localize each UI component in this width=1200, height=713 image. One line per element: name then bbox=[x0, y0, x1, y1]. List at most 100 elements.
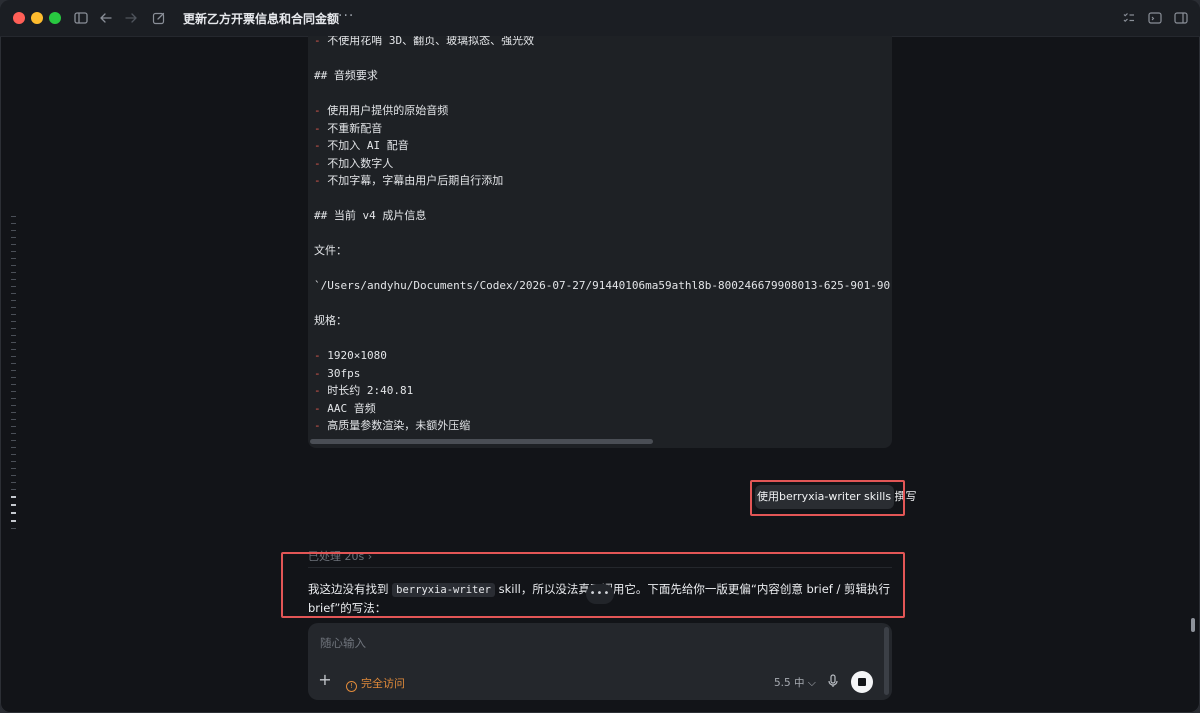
minimap-tick bbox=[11, 286, 16, 287]
more-options-button[interactable]: ··· bbox=[338, 8, 354, 24]
app-window: 更新乙方开票信息和合同金额 ··· - 不使用花哨 3D、翻页、玻璃拟态、强光效… bbox=[0, 0, 1200, 713]
stop-generation-button[interactable] bbox=[851, 671, 873, 693]
list-bullet: - bbox=[314, 349, 321, 362]
code-line-text: 不加字幕，字幕由用户后期自行添加 bbox=[320, 174, 504, 187]
code-line-text: AAC 音频 bbox=[320, 401, 376, 415]
code-line-text: 不重新配音 bbox=[320, 121, 383, 135]
microphone-icon[interactable] bbox=[826, 673, 840, 689]
minimap-tick bbox=[11, 335, 16, 336]
highlight-box-assistant-reply bbox=[281, 552, 905, 618]
minimap-tick bbox=[11, 363, 16, 364]
forward-arrow-icon[interactable] bbox=[122, 9, 140, 27]
code-line: - 1920×1080 bbox=[314, 348, 387, 364]
list-bullet: - bbox=[314, 366, 321, 380]
code-line-text: 规格： bbox=[314, 314, 347, 327]
code-line-text: 高质量参数渲染，未额外压缩 bbox=[320, 419, 471, 432]
minimap-tick bbox=[11, 468, 16, 469]
add-attachment-button[interactable]: + bbox=[318, 672, 332, 688]
minimap-tick bbox=[11, 370, 16, 371]
code-line: 规格： bbox=[314, 313, 347, 329]
code-block: - 不使用花哨 3D、翻页、玻璃拟态、强光效 ## 音频要求 - 使用用户提供的原始… bbox=[308, 36, 892, 448]
conversation-minimap[interactable] bbox=[11, 216, 17, 536]
minimap-tick bbox=[11, 433, 16, 434]
code-line: - 高质量参数渲染，未额外压缩 bbox=[314, 418, 470, 434]
checklist-icon[interactable] bbox=[1120, 9, 1138, 27]
minimap-tick bbox=[11, 412, 16, 413]
minimap-tick bbox=[11, 216, 16, 217]
composer-scrollbar[interactable] bbox=[884, 627, 889, 695]
minimap-tick bbox=[11, 356, 16, 357]
minimap-tick bbox=[11, 293, 16, 294]
code-line: - 不加入数字人 bbox=[314, 156, 393, 172]
access-mode-button[interactable]: ! 完全访问 bbox=[346, 675, 405, 692]
code-line-text: ## 音频要求 bbox=[314, 69, 378, 82]
model-selector[interactable]: 5.5 中 ⌵ bbox=[774, 675, 816, 690]
code-line-text: 1920×1080 bbox=[320, 349, 387, 362]
back-arrow-icon[interactable] bbox=[97, 9, 115, 27]
minimap-tick bbox=[11, 244, 16, 245]
minimap-tick bbox=[11, 405, 16, 406]
minimap-tick bbox=[11, 512, 16, 514]
minimap-tick bbox=[11, 475, 16, 476]
side-panel-icon[interactable] bbox=[1172, 9, 1190, 27]
sidebar-toggle-icon[interactable] bbox=[72, 9, 90, 27]
list-bullet: - bbox=[314, 121, 321, 135]
minimap-tick bbox=[11, 377, 16, 378]
code-line-text: 不使用花哨 3D、翻页、玻璃拟态、强光效 bbox=[320, 36, 535, 47]
code-line-text: 时长约 2:40.81 bbox=[320, 384, 414, 397]
code-line: `/Users/andyhu/Documents/Codex/2026-07-2… bbox=[314, 278, 890, 294]
minimap-tick bbox=[11, 272, 16, 273]
minimap-tick bbox=[11, 265, 16, 266]
code-line-text: 不加入数字人 bbox=[320, 156, 394, 170]
code-line-text: 文件： bbox=[314, 244, 347, 257]
code-line: - 30fps bbox=[314, 366, 360, 382]
minimap-tick bbox=[11, 482, 16, 483]
list-bullet: - bbox=[314, 36, 321, 47]
minimap-tick bbox=[11, 391, 16, 392]
list-bullet: - bbox=[314, 384, 321, 397]
code-line: - 不加字幕，字幕由用户后期自行添加 bbox=[314, 173, 503, 189]
message-input[interactable] bbox=[318, 633, 822, 653]
minimap-tick bbox=[11, 426, 16, 427]
minimap-tick bbox=[11, 237, 16, 238]
minimap-tick bbox=[11, 251, 16, 252]
new-chat-edit-icon[interactable] bbox=[150, 9, 168, 27]
minimap-tick bbox=[11, 258, 16, 259]
minimap-tick bbox=[11, 342, 16, 343]
minimap-tick bbox=[11, 384, 16, 385]
minimize-window-button[interactable] bbox=[31, 12, 43, 24]
code-line: - AAC 音频 bbox=[314, 401, 376, 417]
code-line-text: 30fps bbox=[320, 366, 361, 380]
minimap-tick bbox=[11, 279, 16, 280]
code-line-text: `/Users/andyhu/Documents/Codex/2026-07-2… bbox=[314, 279, 891, 292]
code-line: - 使用用户提供的原始音频 bbox=[314, 103, 448, 119]
conversation-title: 更新乙方开票信息和合同金额 bbox=[183, 12, 340, 26]
minimap-tick bbox=[11, 461, 16, 462]
code-line-text: 不加入 AI 配音 bbox=[320, 139, 409, 152]
code-line: - 不加入 AI 配音 bbox=[314, 138, 409, 154]
scrollbar-thumb[interactable] bbox=[1191, 618, 1195, 632]
minimap-tick bbox=[11, 223, 16, 224]
minimap-tick bbox=[11, 440, 16, 441]
list-bullet: - bbox=[314, 401, 321, 415]
code-line: ## 当前 v4 成片信息 bbox=[314, 208, 426, 224]
close-window-button[interactable] bbox=[13, 12, 25, 24]
warning-icon: ! bbox=[346, 681, 357, 692]
minimap-tick bbox=[11, 504, 16, 506]
minimap-tick bbox=[11, 300, 16, 301]
code-line-text: ## 当前 v4 成片信息 bbox=[314, 209, 427, 222]
minimap-tick bbox=[11, 307, 16, 308]
minimap-tick bbox=[11, 349, 16, 350]
highlight-box-user-message bbox=[750, 480, 905, 516]
maximize-window-button[interactable] bbox=[49, 12, 61, 24]
terminal-icon[interactable] bbox=[1146, 9, 1164, 27]
composer: + ! 完全访问 5.5 中 ⌵ bbox=[308, 623, 892, 700]
minimap-tick bbox=[11, 520, 16, 522]
code-line: - 不使用花哨 3D、翻页、玻璃拟态、强光效 bbox=[314, 36, 534, 49]
list-bullet: - bbox=[314, 419, 321, 432]
minimap-tick bbox=[11, 230, 16, 231]
minimap-tick bbox=[11, 328, 16, 329]
stop-icon bbox=[858, 678, 866, 686]
code-horizontal-scrollbar[interactable] bbox=[310, 439, 653, 444]
code-line-text: 使用用户提供的原始音频 bbox=[320, 104, 449, 117]
